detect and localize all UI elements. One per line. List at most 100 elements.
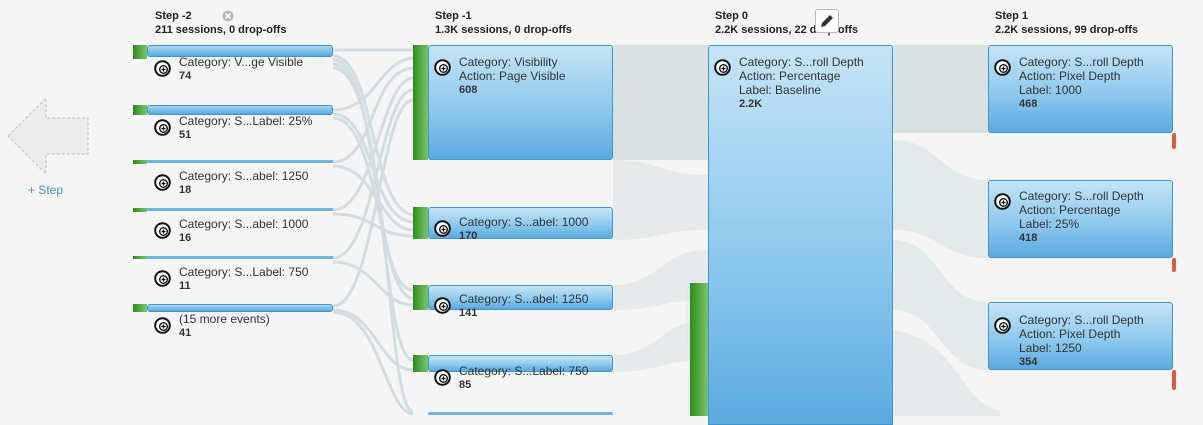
step-header-minus-2: Step -2 211 sessions, 0 drop-offs — [155, 9, 286, 37]
drop-off-marker[interactable] — [1172, 258, 1176, 272]
step-title: Step -1 — [435, 10, 472, 22]
node-label: (15 more events) 41 — [179, 312, 270, 340]
flow-band — [613, 160, 708, 240]
step-summary: 1.3K sessions, 0 drop-offs — [435, 24, 572, 36]
node-label: Category: S...Label: 750 85 — [459, 364, 588, 392]
node-label: Category: S...roll Depth Action: Percent… — [1019, 189, 1144, 245]
entry-bar — [690, 283, 708, 416]
step-title: Step -2 — [155, 10, 192, 22]
node-count: 354 — [1019, 356, 1038, 368]
flow-band — [893, 140, 988, 258]
expand-plus-icon[interactable] — [994, 193, 1011, 210]
node-count: 16 — [179, 232, 192, 244]
node-label: Category: S...abel: 1000 170 — [459, 215, 588, 243]
node-text: Category: S...roll Depth — [1019, 189, 1144, 203]
drop-off-marker[interactable] — [1172, 133, 1176, 149]
node-count: 74 — [179, 70, 192, 82]
node-count: 418 — [1019, 232, 1038, 244]
step-title: Step 1 — [995, 10, 1029, 22]
step-summary: 2.2K sessions, 99 drop-offs — [995, 24, 1139, 36]
node-count: 85 — [459, 379, 472, 391]
entry-bar — [413, 355, 428, 372]
node-label: Category: S...abel: 1250 18 — [179, 169, 308, 197]
entry-bar — [133, 105, 147, 115]
expand-plus-icon[interactable] — [154, 222, 171, 239]
add-step-link[interactable]: + Step — [28, 183, 63, 197]
node-label: Category: V...ge Visible 74 — [179, 55, 303, 83]
flow-band — [613, 45, 708, 160]
expand-plus-icon[interactable] — [714, 59, 731, 76]
node-count: 51 — [179, 129, 192, 141]
node-label: Category: S...roll Depth Action: Pixel D… — [1019, 313, 1144, 369]
drop-off-marker[interactable] — [1172, 370, 1176, 390]
node-text: Category: S...abel: 1250 — [459, 292, 589, 306]
previous-step-arrow-icon[interactable] — [6, 96, 90, 176]
node-text: Label: 25% — [1019, 217, 1080, 231]
node-text: Category: S...abel: 1000 — [459, 215, 589, 229]
node-label: Category: Visibility Action: Page Visibl… — [459, 55, 566, 97]
node-label: Category: S...abel: 1250 141 — [459, 292, 588, 320]
step-summary: 211 sessions, 0 drop-offs — [155, 24, 287, 36]
entry-bar — [133, 45, 147, 59]
expand-plus-icon[interactable] — [154, 270, 171, 287]
node-text: Category: S...Label: 750 — [179, 265, 309, 279]
node-text: Category: S...roll Depth — [1019, 313, 1144, 327]
close-icon[interactable] — [222, 10, 234, 22]
node-text: Action: Percentage — [1019, 203, 1121, 217]
node-count: 608 — [459, 84, 478, 96]
node-text: (15 more events) — [179, 312, 270, 326]
entry-bar — [413, 285, 428, 310]
edit-step-button[interactable] — [815, 9, 839, 33]
expand-plus-icon[interactable] — [154, 317, 171, 334]
expand-plus-icon[interactable] — [434, 297, 451, 314]
node-label: Category: S...Label: 25% 51 — [179, 114, 312, 142]
node-count: 18 — [179, 184, 192, 196]
expand-plus-icon[interactable] — [154, 174, 171, 191]
step-minus-2-node[interactable] — [147, 160, 333, 164]
node-text: Action: Pixel Depth — [1019, 327, 1121, 341]
flow-line — [332, 310, 414, 416]
expand-plus-icon[interactable] — [154, 60, 171, 77]
node-count: 41 — [179, 327, 192, 339]
flow-line — [332, 66, 414, 414]
node-text: Label: 1250 — [1019, 341, 1082, 355]
expand-plus-icon[interactable] — [434, 369, 451, 386]
node-text: Category: V...ge Visible — [179, 55, 304, 69]
step-minus-1-node[interactable] — [428, 412, 613, 416]
node-text: Label: 1000 — [1019, 83, 1082, 97]
step-minus-2-node[interactable] — [147, 256, 333, 259]
expand-plus-icon[interactable] — [434, 220, 451, 237]
flow-band — [893, 45, 988, 133]
entry-bar — [413, 207, 428, 239]
node-text: Category: S...abel: 1000 — [179, 217, 309, 231]
expand-plus-icon[interactable] — [434, 59, 451, 76]
node-count: 141 — [459, 307, 478, 319]
step-header-minus-1: Step -1 1.3K sessions, 0 drop-offs — [435, 9, 572, 37]
pencil-icon — [821, 15, 833, 27]
node-text: Action: Page Visible — [459, 69, 566, 83]
expand-plus-icon[interactable] — [154, 119, 171, 136]
entry-bar — [133, 208, 147, 212]
step-minus-2-node[interactable] — [147, 208, 333, 212]
node-label: Category: S...roll Depth Action: Percent… — [739, 55, 864, 111]
entry-bar — [413, 45, 428, 160]
node-count: 170 — [459, 230, 478, 242]
flow-line — [332, 66, 414, 164]
node-text: Category: S...Label: 25% — [179, 114, 313, 128]
node-text: Label: Baseline — [739, 83, 822, 97]
expand-plus-icon[interactable] — [994, 317, 1011, 334]
node-count: 11 — [179, 280, 191, 292]
flow-line — [332, 58, 414, 292]
node-label: Category: S...abel: 1000 16 — [179, 217, 308, 245]
node-text: Action: Pixel Depth — [1019, 69, 1121, 83]
node-label: Category: S...roll Depth Action: Pixel D… — [1019, 55, 1144, 111]
node-count: 468 — [1019, 98, 1038, 110]
node-text: Category: S...roll Depth — [1019, 55, 1144, 69]
node-text: Action: Percentage — [739, 69, 841, 83]
node-text: Category: S...roll Depth — [739, 55, 864, 69]
expand-plus-icon[interactable] — [994, 59, 1011, 76]
node-text: Category: Visibility — [459, 55, 558, 69]
node-count: 2.2K — [739, 98, 763, 110]
step-title: Step 0 — [715, 10, 749, 22]
step-minus-2-node[interactable] — [147, 304, 333, 312]
